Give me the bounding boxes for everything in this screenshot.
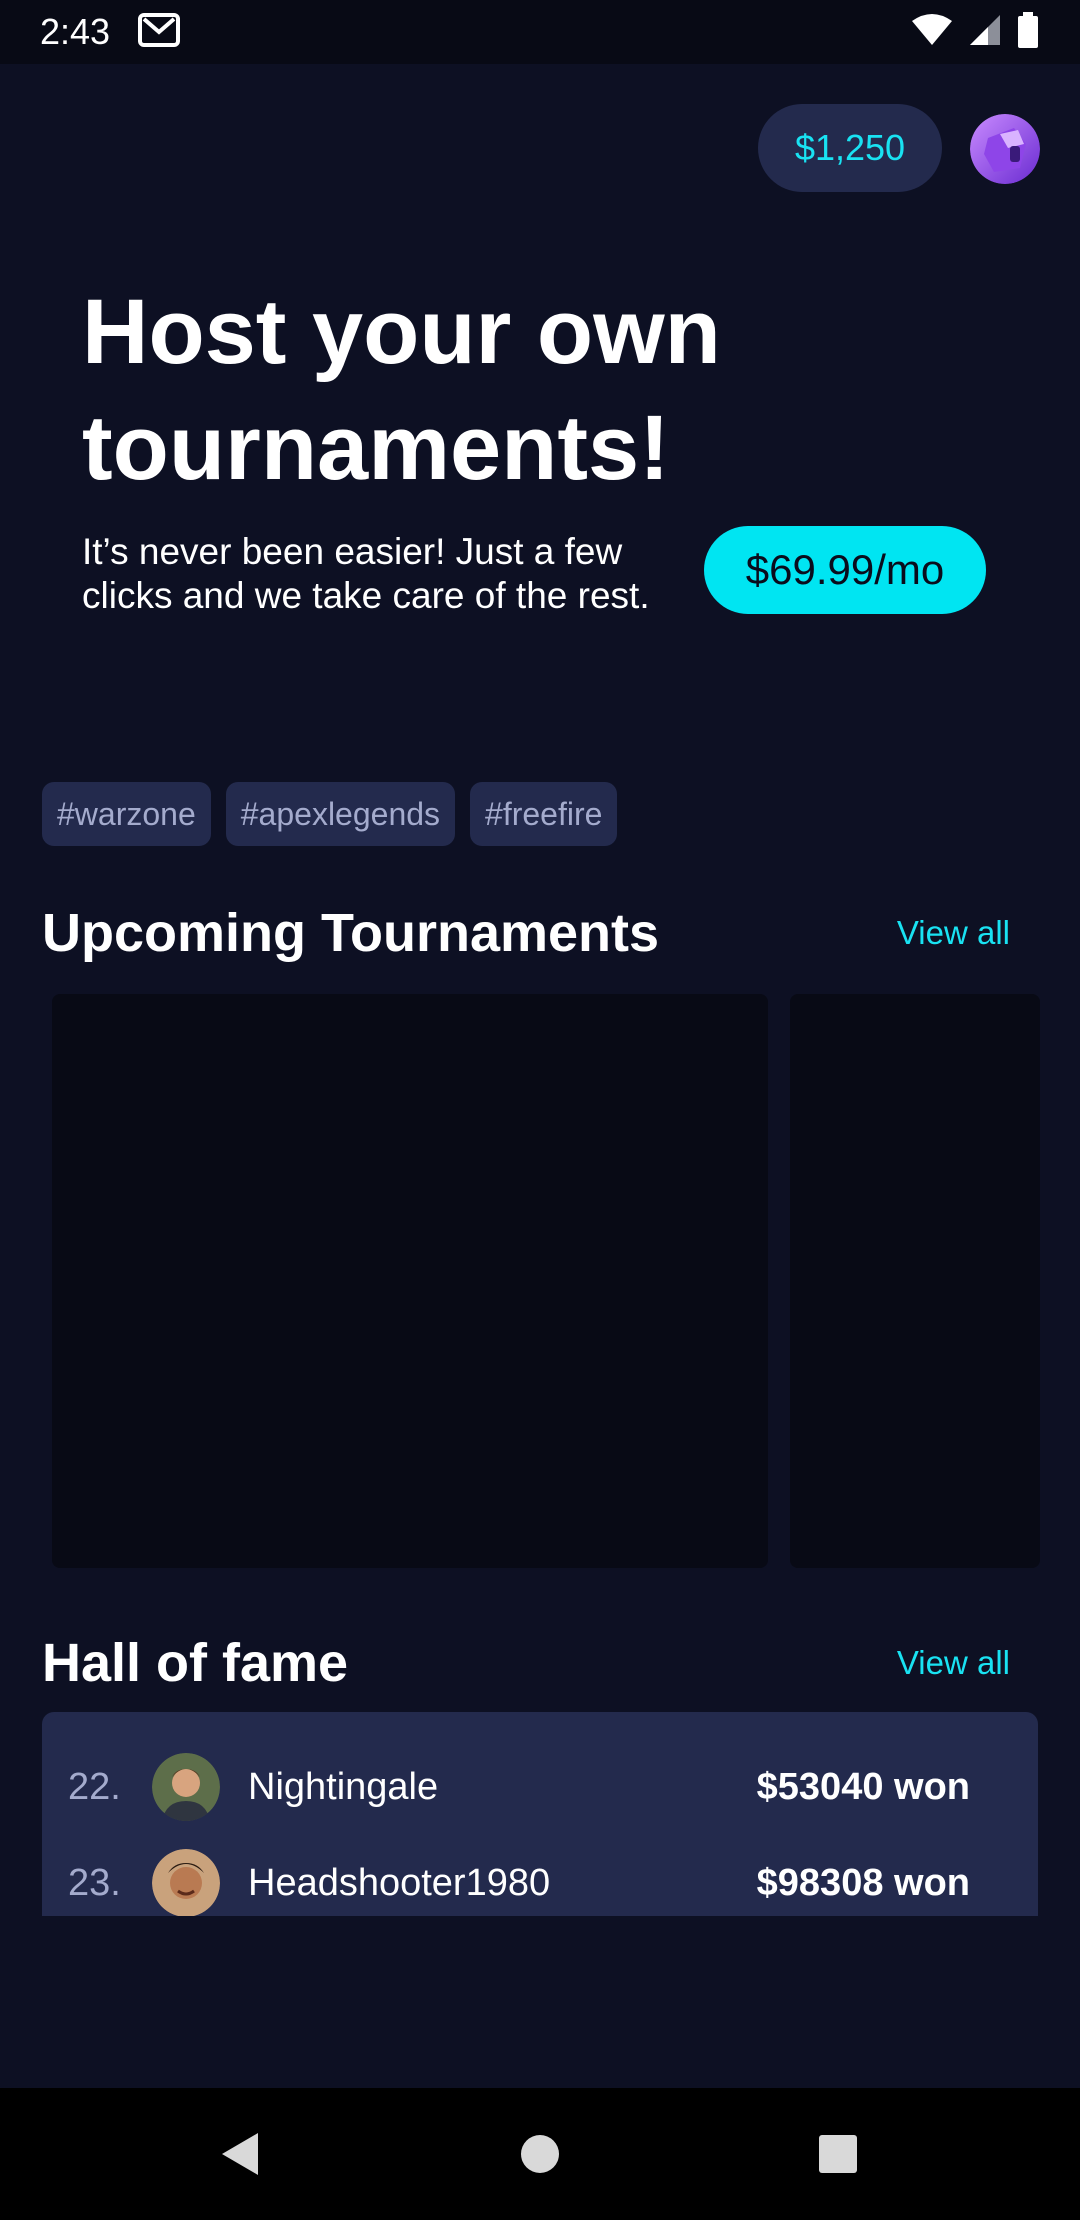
system-navigation-bar <box>0 2088 1080 2220</box>
fame-rank: 23. <box>68 1861 121 1904</box>
status-bar: 2:43 <box>0 0 1080 64</box>
upcoming-tournaments-title: Upcoming Tournaments <box>42 903 660 963</box>
hero-title: Host your own tournaments! <box>82 281 721 499</box>
recents-icon[interactable] <box>802 2118 874 2190</box>
tag-warzone[interactable]: #warzone <box>42 782 211 846</box>
profile-avatar[interactable] <box>970 114 1040 184</box>
list-item[interactable]: 22. Nightingale $53040 won <box>42 1752 1038 1822</box>
hall-of-fame-title: Hall of fame <box>42 1633 349 1693</box>
avatar <box>152 1753 220 1821</box>
hall-of-fame-view-all-link[interactable]: View all <box>897 1644 1010 1682</box>
tournament-card[interactable] <box>52 994 768 1568</box>
fame-amount-won: $98308 won <box>756 1861 970 1904</box>
upcoming-view-all-link[interactable]: View all <box>897 914 1010 952</box>
status-right <box>910 11 1040 53</box>
fame-rank: 22. <box>68 1765 121 1808</box>
tag-freefire[interactable]: #freefire <box>470 782 618 846</box>
status-left: 2:43 <box>40 11 181 53</box>
gmail-notification-icon <box>138 12 181 52</box>
hall-of-fame-list: 22. Nightingale $53040 won 23. Headshoot… <box>42 1712 1038 1916</box>
tournament-card[interactable] <box>790 994 1040 1568</box>
fame-amount-won: $53040 won <box>756 1765 970 1808</box>
subscribe-price-button[interactable]: $69.99/mo <box>704 526 986 614</box>
status-time: 2:43 <box>40 11 111 52</box>
list-item[interactable]: 23. Headshooter1980 $98308 won <box>42 1848 1038 1916</box>
back-icon[interactable] <box>204 2118 276 2190</box>
battery-icon <box>1016 11 1040 53</box>
app-screen: 2:43 $1,250 Host your own tournaments! I… <box>0 0 1080 2220</box>
tag-list: #warzone #apexlegends #freefire <box>42 782 618 846</box>
balance-button[interactable]: $1,250 <box>758 104 942 192</box>
fame-player-name: Nightingale <box>248 1765 439 1808</box>
wifi-icon <box>910 13 954 52</box>
home-icon[interactable] <box>504 2118 576 2190</box>
fame-player-name: Headshooter1980 <box>248 1861 551 1904</box>
tag-apexlegends[interactable]: #apexlegends <box>225 782 456 846</box>
hero-subtitle: It’s never been easier! Just a few click… <box>82 531 650 616</box>
cellular-signal-icon <box>968 13 1002 52</box>
avatar <box>152 1849 220 1916</box>
